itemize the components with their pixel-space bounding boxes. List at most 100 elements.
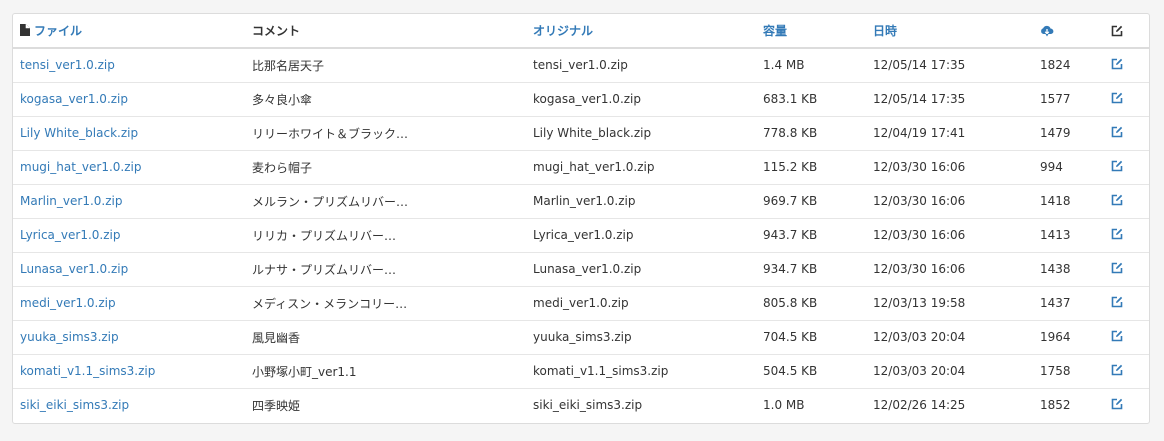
- table-row: yuuka_sims3.zip 風見幽香 yuuka_sims3.zip 704…: [13, 320, 1149, 354]
- header-file-label: ファイル: [34, 23, 83, 38]
- original-filename-cell: medi_ver1.0.zip: [533, 296, 629, 310]
- comment-cell: リリカ・プリズムリバー…: [252, 228, 397, 243]
- datetime-cell: 12/03/30 16:06: [873, 228, 966, 242]
- file-link[interactable]: Lunasa_ver1.0.zip: [13, 252, 245, 286]
- edit-button[interactable]: [1111, 262, 1123, 274]
- header-comment: コメント: [252, 24, 301, 38]
- download-count-cell: 1479: [1040, 126, 1071, 140]
- header-datetime[interactable]: 日時: [866, 14, 1033, 48]
- edit-button[interactable]: [1111, 296, 1123, 308]
- download-count-cell: 1577: [1040, 92, 1071, 106]
- edit-button[interactable]: [1111, 330, 1123, 342]
- file-link[interactable]: medi_ver1.0.zip: [13, 286, 245, 320]
- size-cell: 115.2 KB: [763, 160, 818, 174]
- file-link[interactable]: yuuka_sims3.zip: [13, 320, 245, 354]
- file-link[interactable]: Lily White_black.zip: [13, 116, 245, 150]
- table-row: Lunasa_ver1.0.zip ルナサ・プリズムリバー… Lunasa_ve…: [13, 252, 1149, 286]
- edit-icon: [1111, 194, 1123, 205]
- original-filename-cell: mugi_hat_ver1.0.zip: [533, 160, 655, 174]
- download-count-cell: 1852: [1040, 398, 1071, 413]
- cloud-download-icon: [1041, 25, 1054, 37]
- download-count-cell: 1758: [1040, 364, 1071, 378]
- original-filename-cell: kogasa_ver1.0.zip: [533, 92, 642, 106]
- edit-cell: [1104, 184, 1149, 218]
- download-count-cell: 1824: [1040, 58, 1071, 73]
- edit-icon: [1111, 364, 1123, 375]
- edit-cell: [1104, 116, 1149, 150]
- download-count-cell: 994: [1040, 160, 1063, 174]
- header-size[interactable]: 容量: [756, 14, 866, 48]
- download-count-cell: 1418: [1040, 194, 1071, 208]
- file-link[interactable]: mugi_hat_ver1.0.zip: [13, 150, 245, 184]
- edit-cell: [1104, 48, 1149, 82]
- comment-cell: 多々良小傘: [252, 92, 313, 107]
- edit-button[interactable]: [1111, 364, 1123, 376]
- size-cell: 943.7 KB: [763, 228, 818, 242]
- original-filename-cell: Lily White_black.zip: [533, 126, 652, 140]
- datetime-cell: 12/03/30 16:06: [873, 194, 966, 208]
- size-cell: 1.4 MB: [763, 58, 805, 73]
- comment-cell: リリーホワイト＆ブラック…: [252, 126, 409, 141]
- edit-cell: [1104, 286, 1149, 320]
- file-link[interactable]: siki_eiki_sims3.zip: [13, 388, 245, 422]
- comment-cell: ルナサ・プリズムリバー…: [252, 262, 397, 277]
- file-link[interactable]: Lyrica_ver1.0.zip: [13, 218, 245, 252]
- file-link[interactable]: tensi_ver1.0.zip: [13, 48, 245, 82]
- edit-cell: [1104, 388, 1149, 422]
- download-count-cell: 1437: [1040, 296, 1071, 310]
- size-cell: 683.1 KB: [763, 92, 818, 106]
- edit-cell: [1104, 150, 1149, 184]
- file-link[interactable]: Marlin_ver1.0.zip: [13, 184, 245, 218]
- edit-cell: [1104, 252, 1149, 286]
- edit-button[interactable]: [1111, 126, 1123, 138]
- edit-button[interactable]: [1111, 92, 1123, 104]
- datetime-cell: 12/02/26 14:25: [873, 398, 966, 413]
- file-list-panel: ファイル コメント オリジナル 容量 日時 tensi_ver1.0.zip 比…: [12, 13, 1150, 424]
- edit-icon: [1111, 92, 1123, 103]
- datetime-cell: 12/05/14 17:35: [873, 92, 966, 106]
- edit-button[interactable]: [1111, 58, 1123, 70]
- comment-cell: メディスン・メランコリー…: [252, 296, 408, 311]
- edit-button[interactable]: [1111, 194, 1123, 206]
- edit-cell: [1104, 320, 1149, 354]
- edit-icon: [1111, 398, 1123, 410]
- table-row: mugi_hat_ver1.0.zip 麦わら帽子 mugi_hat_ver1.…: [13, 150, 1149, 184]
- original-filename-cell: yuuka_sims3.zip: [533, 330, 632, 344]
- edit-button[interactable]: [1111, 228, 1123, 240]
- table-row: medi_ver1.0.zip メディスン・メランコリー… medi_ver1.…: [13, 286, 1149, 320]
- download-count-cell: 1438: [1040, 262, 1071, 276]
- table-row: Lily White_black.zip リリーホワイト＆ブラック… Lily …: [13, 116, 1149, 150]
- download-count-cell: 1964: [1040, 330, 1071, 344]
- file-table: ファイル コメント オリジナル 容量 日時 tensi_ver1.0.zip 比…: [13, 14, 1149, 422]
- table-row: Lyrica_ver1.0.zip リリカ・プリズムリバー… Lyrica_ve…: [13, 218, 1149, 252]
- header-original[interactable]: オリジナル: [526, 14, 756, 48]
- edit-icon: [1111, 296, 1123, 307]
- comment-cell: 風見幽香: [252, 330, 301, 345]
- edit-icon: [1111, 126, 1123, 137]
- comment-cell: メルラン・プリズムリバー…: [252, 194, 409, 209]
- size-cell: 1.0 MB: [763, 398, 805, 413]
- header-file[interactable]: ファイル: [13, 14, 245, 48]
- edit-icon: [1111, 58, 1123, 70]
- datetime-cell: 12/03/30 16:06: [873, 262, 966, 276]
- header-downloads[interactable]: [1033, 14, 1104, 48]
- edit-button[interactable]: [1111, 160, 1123, 172]
- edit-icon: [1111, 160, 1123, 171]
- comment-cell: 小野塚小町_ver1.1: [252, 364, 357, 379]
- size-cell: 969.7 KB: [763, 194, 818, 208]
- original-filename-cell: Lyrica_ver1.0.zip: [533, 228, 634, 242]
- file-link[interactable]: kogasa_ver1.0.zip: [13, 82, 245, 116]
- datetime-cell: 12/05/14 17:35: [873, 58, 966, 73]
- edit-cell: [1104, 82, 1149, 116]
- file-link[interactable]: komati_v1.1_sims3.zip: [13, 354, 245, 388]
- edit-button[interactable]: [1111, 398, 1123, 410]
- datetime-cell: 12/03/03 20:04: [873, 364, 966, 378]
- original-filename-cell: Marlin_ver1.0.zip: [533, 194, 636, 208]
- edit-icon: [1111, 262, 1123, 273]
- table-row: tensi_ver1.0.zip 比那名居天子 tensi_ver1.0.zip…: [13, 48, 1149, 82]
- table-row: komati_v1.1_sims3.zip 小野塚小町_ver1.1 komat…: [13, 354, 1149, 388]
- datetime-cell: 12/03/13 19:58: [873, 296, 966, 310]
- datetime-cell: 12/03/30 16:06: [873, 160, 966, 174]
- comment-cell: 四季映姫: [252, 398, 301, 413]
- size-cell: 934.7 KB: [763, 262, 818, 276]
